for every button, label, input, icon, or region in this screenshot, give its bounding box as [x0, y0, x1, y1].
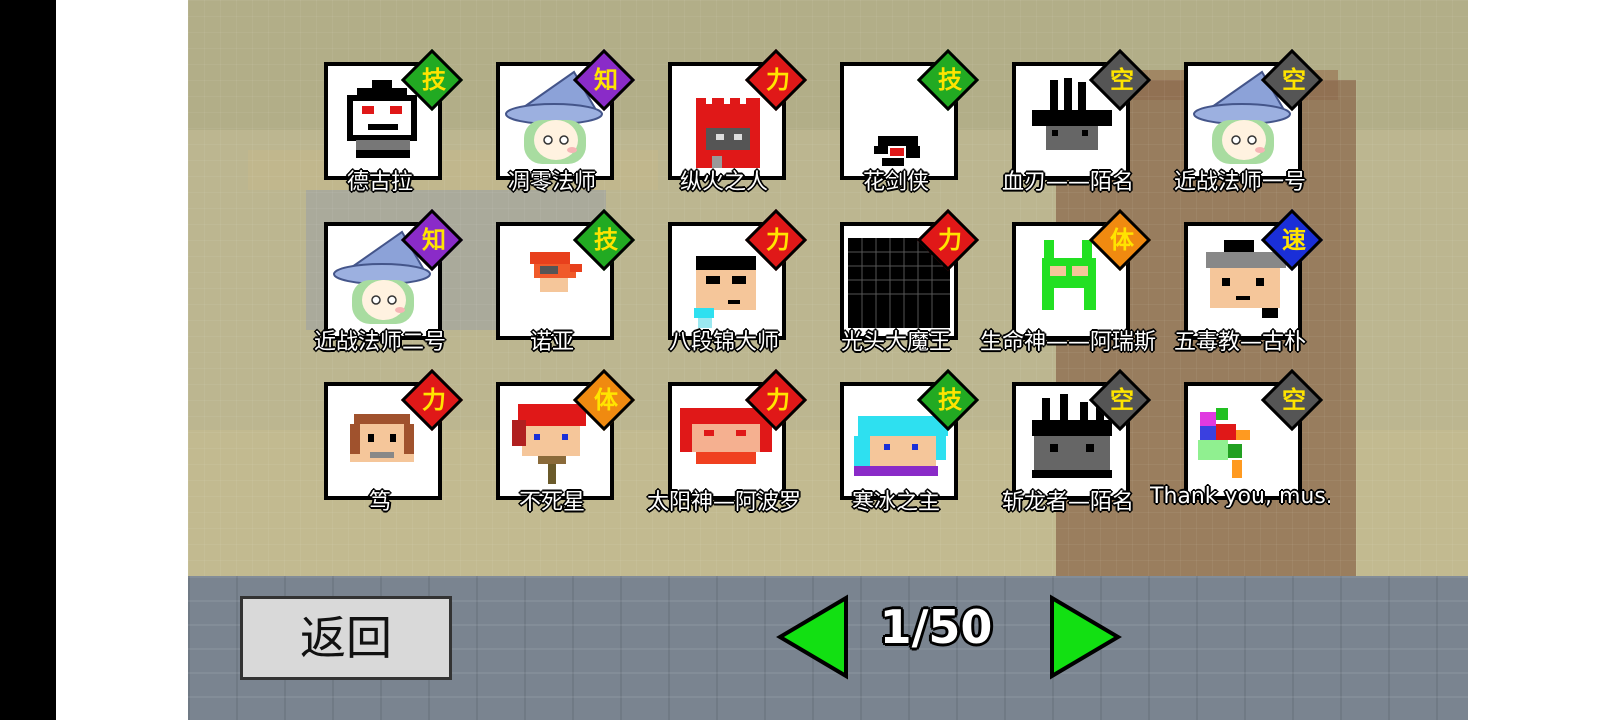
- character-name: 凋零法师: [507, 170, 596, 195]
- character-name: 德古拉: [346, 170, 413, 195]
- character-name: 寒冰之主: [851, 490, 940, 515]
- character-name: 斩龙者—陌名: [1001, 490, 1134, 515]
- character-card[interactable]: 体 生命神——阿瑞斯: [978, 208, 1158, 372]
- character-name: 近战法师一号: [1173, 170, 1306, 195]
- character-card[interactable]: 空 斩龙者—陌名: [978, 368, 1158, 532]
- character-card[interactable]: 空 血刃——陌名: [978, 48, 1158, 212]
- character-name: Thank you, mus.: [1150, 484, 1330, 509]
- attribute-label: 技: [938, 386, 962, 414]
- page-indicator: 1/50: [879, 600, 993, 654]
- character-card[interactable]: 空 Thank you, mus.: [1150, 368, 1330, 532]
- left-arrow-icon: [776, 594, 848, 680]
- character-card[interactable]: 技 德古拉: [290, 48, 470, 212]
- letterbox-right: [1468, 0, 1600, 720]
- attribute-label: 知: [422, 226, 446, 254]
- character-grid: 技 德古拉 知 凋零法师 力 纵火之人 技 花剑侠 空 血刃——陌名 空 近战法…: [188, 0, 1468, 576]
- attribute-label: 空: [1110, 386, 1134, 414]
- character-card[interactable]: 力 光头大魔王: [806, 208, 986, 372]
- attribute-label: 技: [938, 66, 962, 94]
- right-arrow-icon: [1050, 594, 1122, 680]
- character-card[interactable]: 速 五毒教—古朴: [1150, 208, 1330, 372]
- attribute-label: 空: [1282, 386, 1306, 414]
- character-name: 花剑侠: [862, 170, 929, 195]
- character-name: 诺亚: [529, 330, 574, 355]
- character-card[interactable]: 技 寒冰之主: [806, 368, 986, 532]
- character-name: 太阳神—阿波罗: [646, 490, 801, 515]
- character-name: 八段锦大师: [668, 330, 779, 355]
- character-card[interactable]: 知 近战法师二号: [290, 208, 470, 372]
- character-name: 不死星: [518, 490, 585, 515]
- character-card[interactable]: 力 纵火之人: [634, 48, 814, 212]
- character-card[interactable]: 力 太阳神—阿波罗: [634, 368, 814, 532]
- attribute-label: 空: [1110, 66, 1134, 94]
- character-card[interactable]: 力 八段锦大师: [634, 208, 814, 372]
- character-card[interactable]: 空 近战法师一号: [1150, 48, 1330, 212]
- character-name: 光头大魔王: [840, 330, 951, 355]
- character-card[interactable]: 力 笃: [290, 368, 470, 532]
- attribute-label: 力: [766, 386, 790, 414]
- character-card[interactable]: 体 不死星: [462, 368, 642, 532]
- character-card[interactable]: 技 诺亚: [462, 208, 642, 372]
- character-card[interactable]: 技 花剑侠: [806, 48, 986, 212]
- attribute-label: 速: [1282, 226, 1306, 254]
- attribute-label: 技: [594, 226, 618, 254]
- attribute-label: 空: [1282, 66, 1306, 94]
- attribute-label: 技: [422, 66, 446, 94]
- attribute-label: 力: [938, 226, 962, 254]
- attribute-label: 力: [766, 66, 790, 94]
- attribute-label: 力: [422, 386, 446, 414]
- game-viewport: 技 德古拉 知 凋零法师 力 纵火之人 技 花剑侠 空 血刃——陌名 空 近战法…: [188, 0, 1468, 720]
- attribute-label: 体: [1110, 226, 1134, 254]
- character-name: 笃: [368, 490, 391, 515]
- attribute-label: 力: [766, 226, 790, 254]
- next-page-button[interactable]: [1046, 594, 1122, 684]
- previous-page-button[interactable]: [776, 594, 852, 684]
- character-name: 生命神——阿瑞斯: [979, 330, 1156, 355]
- attribute-label: 知: [594, 66, 618, 94]
- character-name: 血刃——陌名: [1001, 170, 1134, 195]
- attribute-label: 体: [594, 386, 618, 414]
- character-card[interactable]: 知 凋零法师: [462, 48, 642, 212]
- letterbox-left: [0, 0, 56, 720]
- character-name: 近战法师二号: [313, 330, 446, 355]
- character-name: 五毒教—古朴: [1173, 330, 1306, 355]
- back-button[interactable]: 返回: [240, 596, 452, 680]
- character-name: 纵火之人: [679, 170, 768, 195]
